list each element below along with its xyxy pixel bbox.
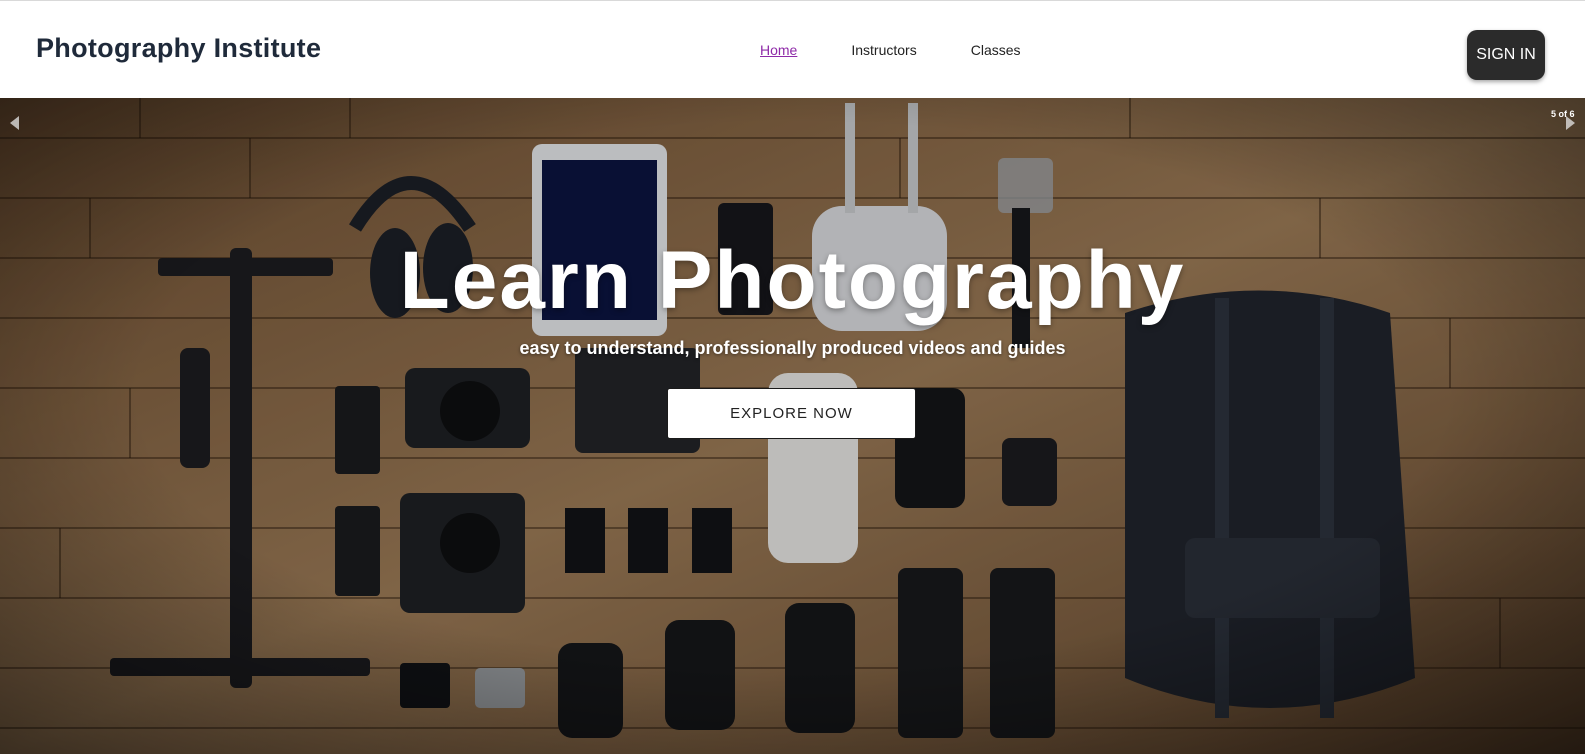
- arrow-left-icon[interactable]: [10, 116, 19, 130]
- site-brand[interactable]: Photography Institute: [36, 33, 321, 64]
- slide-counter: 5 of 6: [1551, 109, 1575, 119]
- site-header: Photography Institute Home Instructors C…: [0, 0, 1585, 98]
- nav-classes[interactable]: Classes: [971, 42, 1021, 58]
- hero-title: Learn Photography: [399, 235, 1186, 326]
- page: Photography Institute Home Instructors C…: [0, 0, 1585, 754]
- sign-in-button[interactable]: SIGN IN: [1467, 30, 1545, 80]
- nav-home[interactable]: Home: [760, 42, 797, 58]
- main-nav: Home Instructors Classes: [760, 42, 1021, 58]
- explore-now-button[interactable]: EXPLORE NOW: [667, 388, 916, 439]
- hero-slider: 5 of 6 Learn Photography easy to underst…: [0, 98, 1585, 754]
- hero-subtitle: easy to understand, professionally produ…: [519, 338, 1066, 358]
- nav-instructors[interactable]: Instructors: [851, 42, 916, 58]
